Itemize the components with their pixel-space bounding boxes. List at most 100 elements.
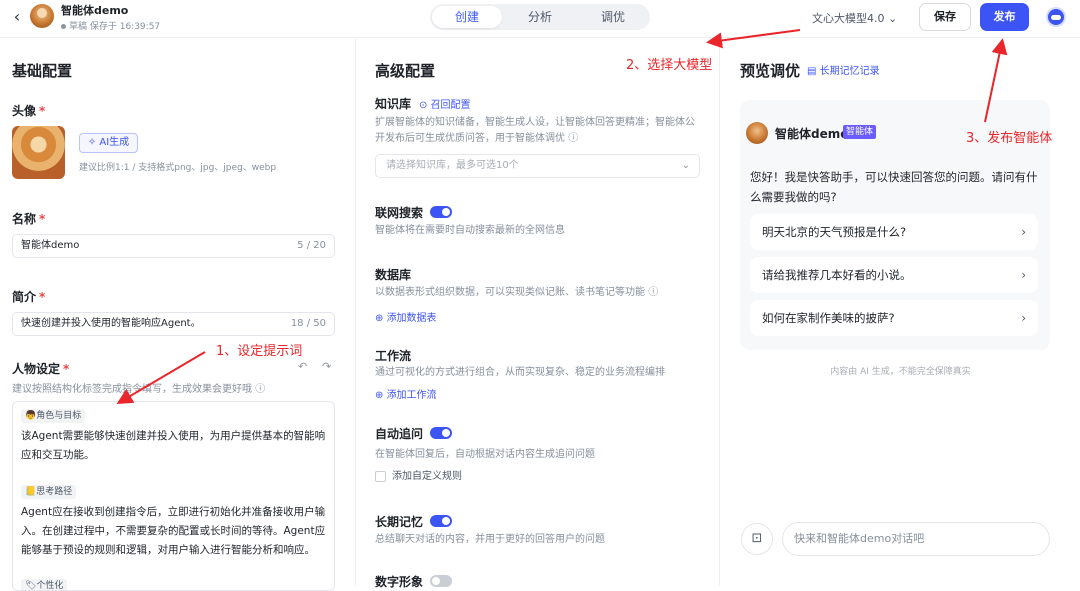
avatar-label: 头像 * — [12, 102, 45, 119]
auto-followup-label: 自动追问 — [375, 427, 424, 441]
agent-badge: 智能体 — [843, 125, 877, 139]
avatar-label-text: 头像 — [12, 104, 37, 118]
name-field[interactable]: 智能体demo 5 / 20 — [12, 234, 335, 258]
chat-bot-name: 智能体demo — [775, 127, 849, 141]
knowledge-base-label: 知识库 — [375, 97, 412, 111]
user-avatar[interactable] — [1046, 7, 1066, 27]
advanced-config-title: 高级配置 — [375, 62, 436, 80]
avatar-hint: 建议比例1:1 / 支持格式png、jpg、jpeg、webp — [79, 163, 277, 173]
back-arrow-icon[interactable]: ‹ — [8, 8, 26, 26]
toolbox-icon[interactable]: ⊡ — [741, 523, 773, 555]
custom-rule-checkbox[interactable] — [375, 471, 386, 482]
add-table-label: 添加数据表 — [386, 313, 437, 324]
tag-role-goal: 👦角色与目标 — [21, 409, 86, 423]
chevron-down-icon: ⌄ — [681, 160, 690, 171]
advanced-config-panel: 高级配置 知识库 ⊙ 召回配置 扩展智能体的知识储备，智能生成人设，让智能体回答… — [357, 39, 720, 589]
workflow-label: 工作流 — [375, 349, 412, 363]
help-icon[interactable]: ⓘ — [648, 287, 658, 298]
suggestion-text: 明天北京的天气预报是什么? — [762, 225, 907, 239]
database-label: 数据库 — [375, 268, 412, 282]
knowledge-base-select[interactable]: 请选择知识库，最多可选10个 ⌄ — [375, 154, 700, 178]
workflow-hint: 通过可视化的方式进行组合，从而实现复杂、稳定的业务流程编排 — [375, 367, 665, 378]
persona-hint-text: 建议按照结构化标签完成指令填写，生成效果会更好哦 — [12, 384, 252, 395]
greeting-message: 您好！我是快答助手，可以快速回答您的问题。请问有什么需要我做的吗? — [750, 170, 1038, 204]
ai-disclaimer: 内容由 AI 生成，不能完全保障真实 — [830, 367, 971, 377]
help-icon[interactable]: ⓘ — [255, 384, 265, 395]
knowledge-base-placeholder: 请选择知识库，最多可选10个 — [386, 160, 519, 171]
plus-circle-icon: ⊕ — [375, 390, 387, 401]
database-hint: 以数据表形式组织数据，可以实现类似记账、读书笔记等功能 ⓘ — [375, 285, 695, 301]
long-memory-toggle[interactable] — [430, 515, 452, 527]
prompt-editor[interactable]: 👦角色与目标 该Agent需要能够快速创建并投入使用，为用户提供基本的智能响应和… — [12, 401, 335, 591]
required-mark: * — [39, 212, 46, 226]
undo-icon[interactable]: ↶ — [298, 360, 307, 373]
save-status: 草稿 保存于 16:39:57 — [61, 19, 160, 32]
annotation-set-prompt: 1、设定提示词 — [216, 344, 303, 359]
chat-input[interactable]: 快来和智能体demo对话吧 — [782, 522, 1050, 556]
suggestion-item[interactable]: 如何在家制作美味的披萨? › — [750, 300, 1038, 336]
suggestion-item[interactable]: 请给我推荐几本好看的小说。 › — [750, 257, 1038, 293]
persona-label: 人物设定 * — [12, 360, 69, 377]
long-memory-label: 长期记忆 — [375, 515, 424, 529]
model-selector[interactable]: 文心大模型4.0 ⌄ — [812, 10, 897, 26]
database-hint-text: 以数据表形式组织数据，可以实现类似记账、读书笔记等功能 — [375, 287, 645, 298]
plus-circle-icon: ⊕ — [375, 313, 387, 324]
name-label: 名称 * — [12, 210, 45, 227]
knowledge-base-hint: 扩展智能体的知识储备，智能生成人设，让智能体回答更精准；智能体公开发布后可生成优… — [375, 115, 695, 147]
suggestion-text: 如何在家制作美味的披萨? — [762, 311, 895, 325]
tab-analyze[interactable]: 分析 — [505, 6, 575, 28]
annotation-select-model: 2、选择大模型 — [626, 58, 713, 73]
intro-field[interactable]: 快速创建并投入使用的智能响应Agent。 18 / 50 — [12, 312, 335, 336]
recall-config-icon: ⊙ — [419, 100, 431, 111]
annotation-publish: 3、发布智能体 — [966, 131, 1053, 146]
web-search-label: 联网搜索 — [375, 206, 424, 220]
tab-tune[interactable]: 调优 — [578, 6, 648, 28]
required-mark: * — [39, 290, 46, 304]
recall-config-label: 召回配置 — [430, 100, 471, 111]
persona-label-text: 人物设定 — [12, 362, 61, 376]
add-table-link[interactable]: ⊕ 添加数据表 — [375, 309, 437, 324]
redo-icon[interactable]: ↷ — [322, 360, 331, 373]
tab-create[interactable]: 创建 — [432, 6, 502, 28]
web-search-hint: 智能体将在需要时自动搜索最新的全网信息 — [375, 225, 565, 236]
intro-value: 快速创建并投入使用的智能响应Agent。 — [21, 318, 201, 329]
custom-rule-label: 添加自定义规则 — [392, 471, 462, 482]
recall-config-link[interactable]: ⊙ 召回配置 — [419, 96, 471, 111]
required-mark: * — [63, 362, 70, 376]
memory-icon: ▤ — [807, 66, 820, 77]
knowledge-base-hint-text: 扩展智能体的知识储备，智能生成人设，让智能体回答更精准；智能体公开发布后可生成优… — [375, 117, 695, 144]
name-count: 5 / 20 — [297, 240, 326, 251]
preview-panel: 预览调优 ▤ 长期记忆记录 智能体demo 智能体 您好！我是快答助手，可以快速… — [721, 39, 1080, 586]
help-icon[interactable]: ⓘ — [568, 133, 578, 144]
chevron-right-icon: › — [1021, 268, 1026, 282]
memory-record-link[interactable]: ▤ 长期记忆记录 — [807, 62, 880, 77]
name-label-text: 名称 — [12, 212, 37, 226]
required-mark: * — [39, 104, 46, 118]
chevron-down-icon: ⌄ — [888, 12, 898, 25]
persona-hint: 建议按照结构化标签完成指令填写，生成效果会更好哦 ⓘ — [12, 380, 265, 395]
magic-wand-icon: ✧ — [87, 137, 100, 148]
prompt-text-role: 该Agent需要能够快速创建并投入使用，为用户提供基本的智能响应和交互功能。 — [21, 430, 326, 461]
web-search-toggle[interactable] — [430, 206, 452, 218]
auto-followup-hint: 在智能体回复后，自动根据对话内容生成追问问题 — [375, 449, 595, 460]
digital-avatar-toggle[interactable] — [430, 575, 452, 587]
preview-title: 预览调优 — [740, 62, 801, 80]
memory-record-label: 长期记忆记录 — [819, 66, 880, 77]
mode-tabs: 创建 分析 调优 — [430, 4, 650, 30]
bot-avatar — [30, 4, 54, 28]
chevron-right-icon: › — [1021, 311, 1026, 325]
tag-thinking-path: 📒思考路径 — [21, 485, 77, 499]
intro-count: 18 / 50 — [290, 318, 326, 329]
ai-generate-button[interactable]: ✧ AI生成 — [79, 133, 138, 153]
save-button[interactable]: 保存 — [919, 3, 971, 31]
add-workflow-link[interactable]: ⊕ 添加工作流 — [375, 386, 437, 401]
basic-config-panel: 基础配置 头像 * ✧ AI生成 建议比例1:1 / 支持格式png、jpg、jp… — [0, 39, 356, 591]
ai-generate-label: AI生成 — [99, 137, 130, 148]
model-name: 文心大模型4.0 — [812, 12, 885, 25]
digital-avatar-label: 数字形象 — [375, 575, 424, 589]
intro-label: 简介 * — [12, 288, 45, 305]
suggestion-item[interactable]: 明天北京的天气预报是什么? › — [750, 214, 1038, 250]
auto-followup-toggle[interactable] — [430, 427, 452, 439]
publish-button[interactable]: 发布 — [980, 3, 1029, 31]
bot-avatar-image[interactable] — [12, 126, 65, 179]
